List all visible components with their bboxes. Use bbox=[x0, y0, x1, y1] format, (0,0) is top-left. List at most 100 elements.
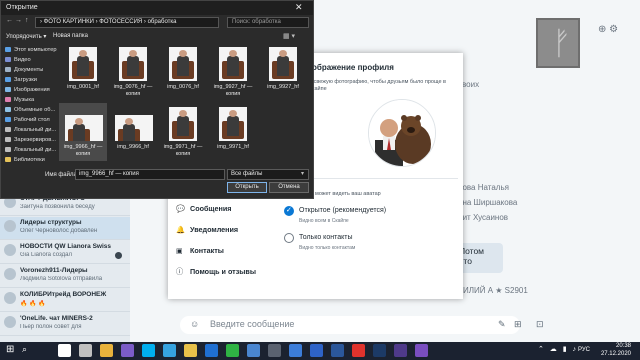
nav-label: Сообщения bbox=[190, 204, 232, 213]
radio-contacts-only[interactable] bbox=[284, 233, 294, 243]
thumbnail-head bbox=[125, 118, 133, 125]
photos-icon[interactable] bbox=[247, 344, 260, 357]
nav-pane-item[interactable]: Объемные об... bbox=[5, 107, 57, 113]
group-header-icons[interactable]: ⊕ ⚙ bbox=[598, 24, 618, 35]
lightroom-icon[interactable] bbox=[394, 344, 407, 357]
dialog-titlebar[interactable] bbox=[1, 1, 313, 15]
filetype-select[interactable]: Все файлы bbox=[227, 169, 309, 180]
nav-pane-item[interactable]: Локальный ди... bbox=[5, 127, 57, 133]
nav-pane-item[interactable]: Музыка bbox=[5, 97, 57, 103]
task-view-icon[interactable] bbox=[58, 344, 71, 357]
chat-item[interactable]: НОВОСТИ QW Lianora Swiss Gia Lianora соз… bbox=[0, 241, 130, 264]
cancel-button[interactable]: Отмена bbox=[269, 182, 309, 193]
viber-icon[interactable] bbox=[121, 344, 134, 357]
chevron-down-icon[interactable]: ▾ bbox=[301, 170, 304, 177]
search-icon[interactable]: ⌕ bbox=[22, 344, 27, 355]
edit-icon[interactable]: ✎ bbox=[498, 319, 506, 330]
chat-item[interactable]: 'OneLife. чат MINERS-2 Пьер полон совет … bbox=[0, 313, 130, 336]
nav-pane-item[interactable]: Видео bbox=[5, 57, 57, 63]
language-indicator[interactable]: РУС bbox=[578, 347, 590, 353]
app-violet-icon[interactable] bbox=[415, 344, 428, 357]
nav-messages[interactable]: 💬 Сообщения bbox=[176, 204, 231, 213]
yandex-icon[interactable] bbox=[79, 344, 92, 357]
file-item[interactable]: img_9971_hf bbox=[209, 103, 257, 161]
group-logo: ᚠ bbox=[536, 18, 580, 68]
calculator-icon[interactable] bbox=[268, 344, 281, 357]
nav-pane-label: Объемные об... bbox=[14, 107, 56, 113]
word-icon[interactable] bbox=[331, 344, 344, 357]
nav-pane-item[interactable]: Загрузки bbox=[5, 77, 57, 83]
file-item[interactable]: img_9966_hf — копия bbox=[59, 103, 107, 161]
nav-pane-item[interactable]: Зарезервиров... bbox=[5, 137, 57, 143]
file-name: img_9966_hf bbox=[117, 144, 149, 150]
back-arrow-icon[interactable]: ← bbox=[6, 17, 13, 24]
emoji-icon[interactable]: ☺ bbox=[190, 319, 199, 329]
contact-card-icon[interactable]: ⊡ bbox=[536, 319, 544, 330]
organize-menu[interactable]: Упорядочить ▾ bbox=[6, 33, 46, 40]
new-folder-button[interactable]: Новая папка bbox=[53, 33, 88, 39]
mail-icon[interactable] bbox=[205, 344, 218, 357]
file-item[interactable]: img_9927_hf bbox=[259, 43, 307, 101]
nav-notifications[interactable]: 🔔 Уведомления bbox=[176, 225, 238, 234]
system-tray[interactable]: ⌃ ☁ ▮ ♪ bbox=[538, 345, 578, 353]
open-button[interactable]: Открыть bbox=[227, 182, 267, 193]
skype-icon[interactable] bbox=[142, 344, 155, 357]
whatsapp-icon[interactable] bbox=[226, 344, 239, 357]
radio-public[interactable] bbox=[284, 206, 294, 216]
nav-pane-item[interactable]: Документы bbox=[5, 67, 57, 73]
nav-pane-item[interactable]: Локальный ди... bbox=[5, 147, 57, 153]
chat-item[interactable]: Лидеры структуры Олег Черноволос добавле… bbox=[0, 217, 130, 240]
attach-icon[interactable]: ⊞ bbox=[514, 319, 522, 330]
forward-arrow-icon[interactable]: → bbox=[15, 17, 22, 24]
file-name: img_0076_hf bbox=[167, 84, 199, 90]
filename-input[interactable]: img_9966_hf — копия bbox=[75, 169, 225, 180]
file-item[interactable]: img_0076_hf bbox=[159, 43, 207, 101]
view-options-icon[interactable]: ▦ ▾ bbox=[283, 32, 295, 40]
option-subtext: Видно всем в Скайпе bbox=[299, 218, 349, 224]
explorer-icon[interactable] bbox=[184, 344, 197, 357]
profile-avatar[interactable] bbox=[368, 99, 436, 167]
file-item[interactable]: img_9966_hf bbox=[109, 103, 157, 161]
thumbnail-head bbox=[179, 50, 187, 57]
chat-item[interactable]: КОЛИБРИтрейд ВОРОНЕЖ 🔥 🔥 🔥 bbox=[0, 289, 130, 312]
chat-item[interactable]: Voronezh911-Лидеры Людмила Sotolova отпр… bbox=[0, 265, 130, 288]
nav-pane-item[interactable]: Изображения bbox=[5, 87, 57, 93]
nav-pane-item[interactable]: Этот компьютер bbox=[5, 47, 57, 53]
thumbnail-head bbox=[229, 110, 237, 117]
telegram-icon[interactable] bbox=[163, 344, 176, 357]
nav-pane-item[interactable]: Рабочий стол bbox=[5, 117, 57, 123]
option-subtext: Видно только контактам bbox=[299, 245, 356, 251]
nav-contacts[interactable]: ▣ Контакты bbox=[176, 246, 224, 255]
chrome-icon[interactable] bbox=[100, 344, 113, 357]
chat-preview: Людмила Sotolova отправила bbox=[20, 276, 103, 282]
nav-pane-item[interactable]: Библиотеки bbox=[5, 157, 57, 163]
up-arrow-icon[interactable]: ↑ bbox=[25, 17, 29, 24]
file-item[interactable]: img_9971_hf — копия bbox=[159, 103, 207, 161]
settings-nav: 💬 Сообщения 🔔 Уведомления ▣ Контакты ⓘ Помощ… bbox=[168, 198, 276, 299]
file-item[interactable]: img_9927_hf — копия bbox=[209, 43, 257, 101]
file-open-dialog: Открытие ✕ ← → ↑ › ФОТО КАРТИНКИ › ФОТОС… bbox=[0, 0, 314, 199]
nav-help[interactable]: ⓘ Помощь и отзывы bbox=[176, 267, 256, 277]
photoshop-icon[interactable] bbox=[373, 344, 386, 357]
address-bar[interactable]: › ФОТО КАРТИНКИ › ФОТОСЕССИЯ › обработка bbox=[35, 17, 219, 28]
calendar-icon[interactable] bbox=[289, 344, 302, 357]
thumbnail-head bbox=[75, 118, 83, 125]
close-icon[interactable]: ✕ bbox=[295, 2, 303, 13]
thumbnail-body bbox=[227, 116, 239, 136]
modal-title: ображение профиля bbox=[312, 63, 394, 72]
app-blue-icon[interactable] bbox=[310, 344, 323, 357]
yandex-red-icon[interactable] bbox=[352, 344, 365, 357]
nav-pane-label: Изображения bbox=[14, 87, 50, 93]
image-thumbnail bbox=[169, 107, 197, 141]
thumbnail-body bbox=[177, 56, 189, 76]
windows-start-icon[interactable]: ⊞ bbox=[6, 344, 14, 355]
file-name: img_9927_hf bbox=[267, 84, 299, 90]
nav-pane-label: Рабочий стол bbox=[14, 117, 50, 123]
file-item[interactable]: img_0001_hf bbox=[59, 43, 107, 101]
file-item[interactable]: img_0076_hf — копия bbox=[109, 43, 157, 101]
clock[interactable]: 20:38 27.12.2020 bbox=[597, 343, 631, 358]
dialog-title: Открытие bbox=[6, 4, 38, 11]
thumbnail-body bbox=[123, 124, 135, 141]
search-input[interactable]: Поиск: обработка bbox=[227, 17, 309, 28]
nav-pane-label: Видео bbox=[14, 57, 31, 63]
